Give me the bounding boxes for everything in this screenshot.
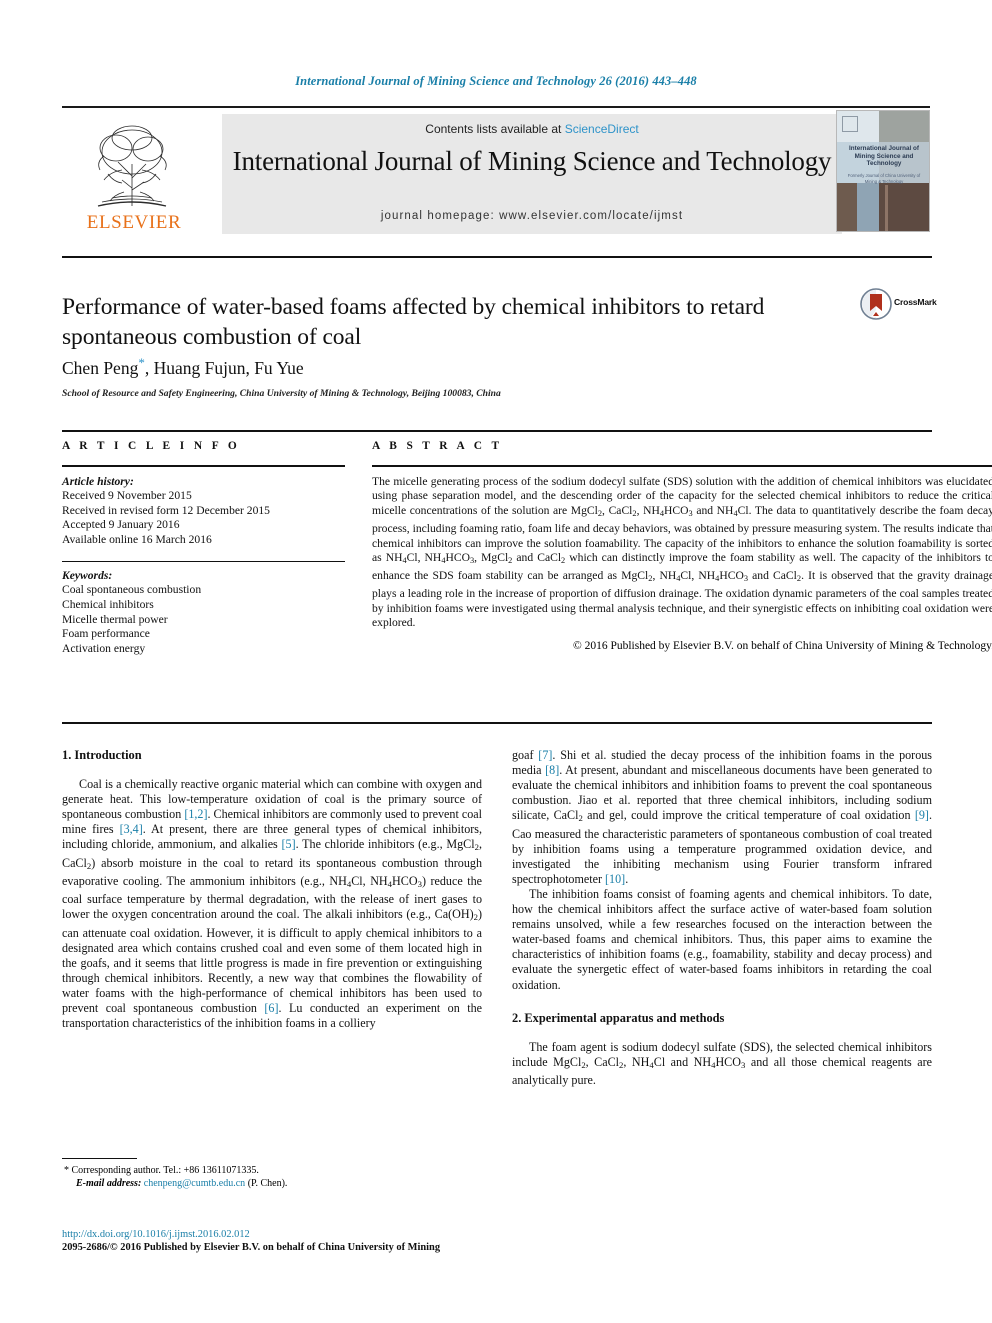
keyword-item: Chemical inhibitors	[62, 598, 154, 612]
section-heading-introduction: 1. Introduction	[62, 748, 142, 762]
article-history-label: Article history:	[62, 474, 134, 488]
cover-title: International Journal of Mining Science …	[849, 145, 919, 168]
elsevier-tree-icon	[97, 125, 167, 207]
history-item: Received 9 November 2015	[62, 489, 192, 503]
keyword-item: Coal spontaneous combustion	[62, 583, 202, 597]
keyword-item: Foam performance	[62, 627, 150, 641]
running-head: International Journal of Mining Science …	[295, 74, 697, 88]
abstract-column: A B S T R A C T The micelle generating p…	[372, 440, 992, 652]
footnote-email-line: E-mail address: chenpeng@cumtb.edu.cn (P…	[62, 1178, 482, 1191]
article-history: Article history: Received 9 November 201…	[62, 475, 345, 548]
corresponding-author-footnote: * Corresponding author. Tel.: +86 136110…	[62, 1158, 482, 1190]
body-top-rule	[62, 722, 932, 724]
keywords-rule	[62, 560, 345, 562]
history-item: Received in revised form 12 December 201…	[62, 503, 270, 517]
keyword-item: Activation energy	[62, 641, 146, 655]
elsevier-logo: ELSEVIER	[64, 116, 204, 234]
abstract-rule	[372, 465, 992, 467]
email-owner: (P. Chen).	[247, 1177, 288, 1189]
intro-paragraph-1: Coal is a chemically reactive organic ma…	[62, 777, 483, 1031]
abstract-copyright: © 2016 Published by Elsevier B.V. on beh…	[572, 639, 992, 652]
crossmark-badge[interactable]: CrossMark	[860, 288, 937, 322]
history-item: Accepted 9 January 2016	[62, 518, 180, 532]
article-info-heading: A R T I C L E I N F O	[62, 440, 241, 452]
elsevier-wordmark: ELSEVIER	[86, 212, 182, 233]
article-info-column: A R T I C L E I N F O Article history: R…	[62, 440, 345, 656]
info-section-top-rule	[62, 430, 932, 432]
intro-paragraph-1-continued: goaf [7]. Shi et al. studied the decay p…	[512, 748, 932, 886]
body-column-right: goaf [7]. Shi et al. studied the decay p…	[512, 748, 932, 1088]
masthead-top-rule	[62, 106, 930, 108]
email-address-link[interactable]: chenpeng@cumtb.edu.cn	[144, 1178, 245, 1189]
footnote-rule	[62, 1158, 137, 1160]
journal-masthead: ELSEVIER Contents lists available at Sci…	[62, 106, 930, 234]
experimental-paragraph-1: The foam agent is sodium dodecyl sulfate…	[512, 1039, 933, 1088]
contents-lists-line: Contents lists available at ScienceDirec…	[222, 122, 842, 136]
abstract-heading: A B S T R A C T	[372, 440, 503, 452]
page-footer: http://dx.doi.org/10.1016/j.ijmst.2016.0…	[62, 1228, 562, 1255]
history-item: Available online 16 March 2016	[62, 533, 212, 547]
author-others: , Huang Fujun, Fu Yue	[144, 357, 304, 378]
author-primary: Chen Peng	[62, 357, 139, 378]
cover-subtitle: Formerly Journal of China University of …	[847, 173, 921, 184]
section-heading-experimental: 2. Experimental apparatus and methods	[512, 1010, 725, 1025]
page-title: Performance of water-based foams affecte…	[62, 294, 765, 350]
doi-link[interactable]: http://dx.doi.org/10.1016/j.ijmst.2016.0…	[62, 1228, 562, 1241]
body-column-left: 1. Introduction Coal is a chemically rea…	[62, 748, 482, 1031]
footnote-corresponding-line: * Corresponding author. Tel.: +86 136110…	[64, 1165, 259, 1177]
keywords-label: Keywords:	[62, 568, 113, 582]
journal-cover-thumbnail: International Journal of Mining Science …	[836, 110, 930, 232]
journal-title: International Journal of Mining Science …	[232, 146, 832, 176]
sciencedirect-link[interactable]: ScienceDirect	[565, 122, 639, 136]
abstract-text: The micelle generating process of the so…	[372, 474, 992, 630]
author-affiliation: School of Resource and Safety Engineerin…	[62, 388, 501, 399]
journal-homepage-link[interactable]: journal homepage: www.elsevier.com/locat…	[222, 210, 842, 222]
contents-prefix: Contents lists available at	[425, 122, 565, 136]
issn-copyright-line: 2095-2686/© 2016 Published by Elsevier B…	[62, 1242, 441, 1254]
cover-elsevier-mark	[842, 116, 858, 132]
crossmark-label: CrossMark	[894, 297, 937, 307]
keywords-block: Keywords: Coal spontaneous combustion Ch…	[62, 569, 345, 657]
masthead-bottom-rule	[62, 256, 932, 258]
author-list: Chen Peng*, Huang Fujun, Fu Yue	[62, 355, 832, 379]
crossmark-icon	[860, 288, 892, 320]
intro-paragraph-2: The inhibition foams consist of foaming …	[512, 887, 932, 992]
journal-article-page: International Journal of Mining Science …	[0, 0, 992, 1323]
article-info-rule	[62, 465, 345, 467]
keyword-item: Micelle thermal power	[62, 612, 168, 626]
email-address-label: E-mail address:	[76, 1177, 142, 1189]
